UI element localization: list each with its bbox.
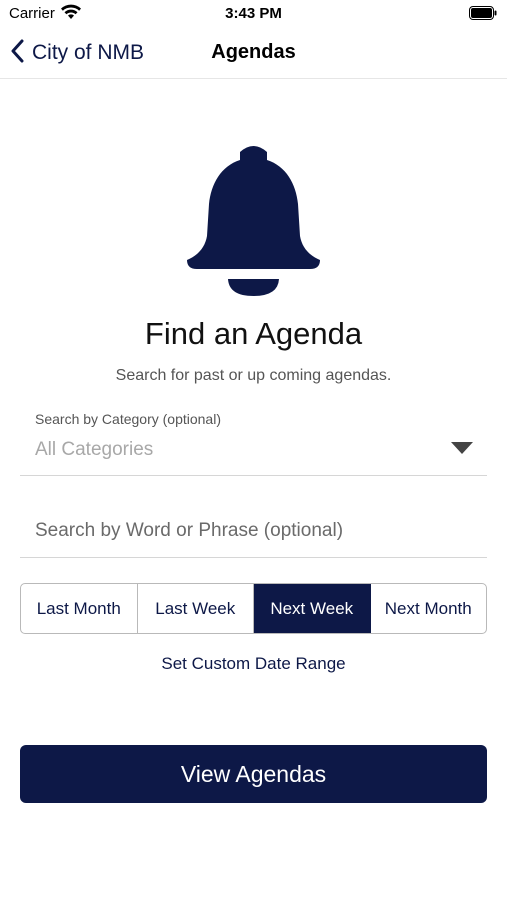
custom-date-range-link[interactable]: Set Custom Date Range bbox=[0, 654, 507, 674]
search-input[interactable] bbox=[20, 506, 487, 556]
segment-next-month[interactable]: Next Month bbox=[371, 584, 487, 633]
category-select[interactable]: All Categories bbox=[35, 439, 153, 461]
battery-full-icon bbox=[469, 6, 497, 20]
status-bar: Carrier 3:43 PM bbox=[0, 0, 507, 30]
category-label: Search by Category (optional) bbox=[35, 411, 221, 427]
segment-last-month[interactable]: Last Month bbox=[21, 584, 138, 633]
clock-time: 3:43 PM bbox=[225, 5, 282, 22]
caret-down-icon[interactable] bbox=[451, 442, 473, 454]
navigation-bar: City of NMB Agendas bbox=[0, 30, 507, 79]
search-divider bbox=[20, 557, 487, 558]
date-range-segmented-control: Last Month Last Week Next Week Next Mont… bbox=[20, 583, 487, 634]
view-agendas-button[interactable]: View Agendas bbox=[20, 745, 487, 803]
segment-next-week[interactable]: Next Week bbox=[254, 584, 371, 633]
page-title: Agendas bbox=[211, 41, 296, 63]
find-agenda-heading: Find an Agenda bbox=[144, 316, 363, 351]
segment-last-week[interactable]: Last Week bbox=[138, 584, 254, 633]
category-divider bbox=[20, 475, 487, 476]
bell-icon bbox=[186, 142, 321, 297]
find-agenda-subheading: Search for past or up coming agendas. bbox=[115, 367, 392, 384]
